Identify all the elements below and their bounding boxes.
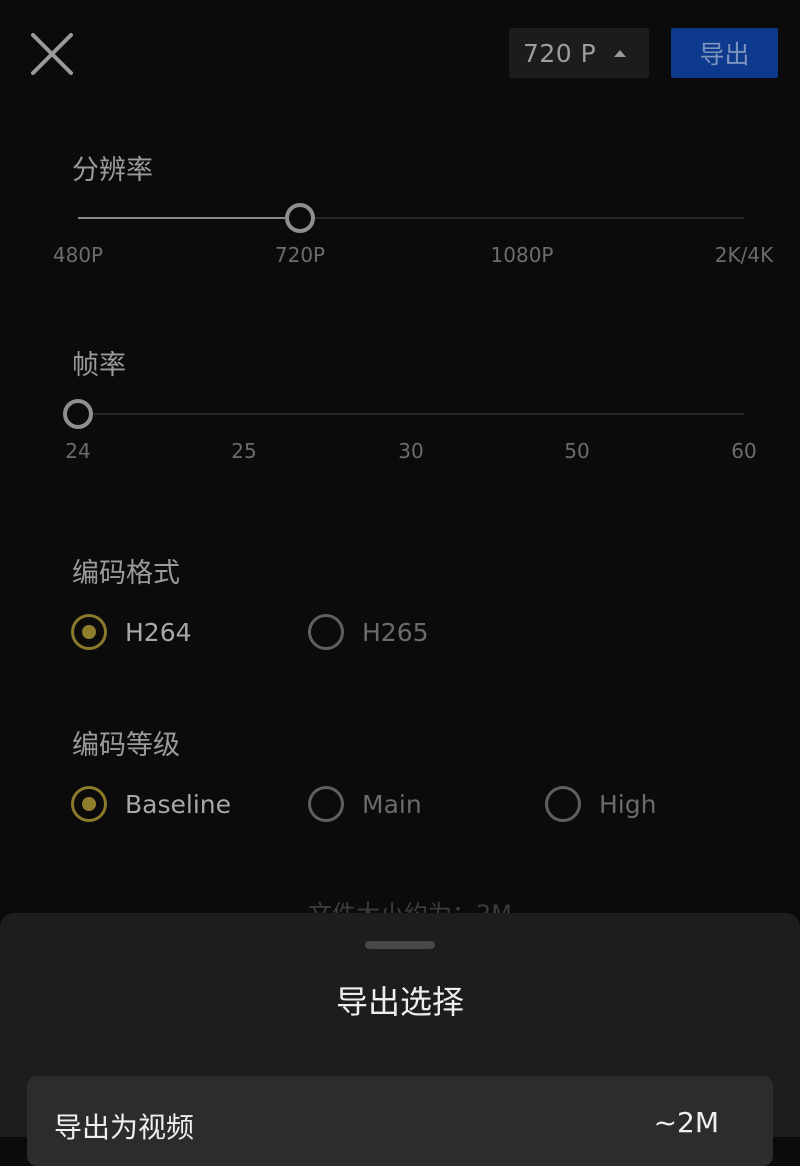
codec-option-label: H264 — [125, 617, 192, 647]
profile-option-baseline[interactable]: Baseline — [71, 786, 231, 822]
resolution-tick-720p: 720P — [274, 243, 326, 267]
framerate-tick-60: 60 — [731, 439, 757, 463]
profile-option-label: Main — [362, 789, 422, 819]
sheet-title: 导出选择 — [335, 983, 464, 1021]
radio-unselected-icon — [308, 614, 344, 650]
resolution-dropdown-value: 720 P — [523, 38, 597, 68]
radio-selected-icon — [71, 786, 107, 822]
codec-title: 编码格式 — [72, 558, 180, 589]
resolution-slider-thumb[interactable] — [285, 203, 315, 233]
framerate-tick-30: 30 — [398, 439, 424, 463]
export-as-video-option[interactable]: 导出为视频 ~2M — [27, 1076, 773, 1166]
framerate-tick-25: 25 — [231, 439, 257, 463]
codec-option-h265[interactable]: H265 — [308, 614, 429, 650]
framerate-slider-thumb[interactable] — [63, 399, 93, 429]
resolution-tick-1080p: 1080P — [490, 243, 554, 267]
resolution-dropdown[interactable]: 720 P — [509, 28, 649, 78]
close-button[interactable] — [28, 30, 76, 78]
export-button[interactable]: 导出 — [671, 28, 778, 78]
codec-option-label: H265 — [362, 617, 429, 647]
close-icon — [31, 33, 73, 75]
framerate-tick-50: 50 — [564, 439, 590, 463]
framerate-title: 帧率 — [72, 350, 126, 381]
radio-unselected-icon — [545, 786, 581, 822]
codec-option-h264[interactable]: H264 — [71, 614, 192, 650]
export-as-video-label: 导出为视频 — [54, 1111, 195, 1144]
resolution-slider-fill — [78, 217, 300, 219]
resolution-title: 分辨率 — [72, 155, 153, 186]
framerate-tick-24: 24 — [65, 439, 91, 463]
resolution-tick-480p: 480P — [52, 243, 104, 267]
radio-unselected-icon — [308, 786, 344, 822]
export-as-video-size: ~2M — [653, 1106, 719, 1139]
framerate-slider-track[interactable] — [78, 413, 744, 415]
export-options-sheet: 导出选择 导出为视频 ~2M — [0, 913, 800, 1166]
resolution-tick-2k4k: 2K/4K — [714, 243, 774, 267]
profile-option-main[interactable]: Main — [308, 786, 422, 822]
caret-up-icon — [614, 49, 627, 57]
profile-option-label: High — [599, 789, 657, 819]
profile-title: 编码等级 — [72, 730, 180, 761]
sheet-drag-handle[interactable] — [365, 941, 435, 949]
profile-option-high[interactable]: High — [545, 786, 656, 822]
radio-selected-icon — [71, 614, 107, 650]
profile-option-label: Baseline — [125, 789, 231, 819]
